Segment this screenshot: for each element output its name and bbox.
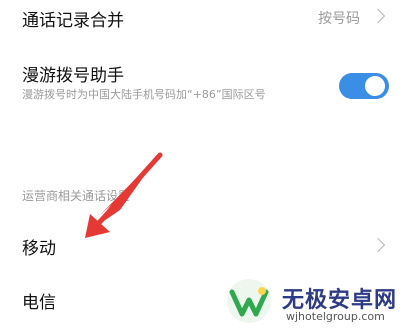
carrier-telecom-title: 电信 [22,293,56,313]
carrier-mobile-row[interactable]: 移动 [0,222,413,266]
carrier-call-settings-label: 运营商相关通话设置 [22,189,131,203]
roaming-dial-assistant-title: 漫游拨号助手 [22,66,124,86]
watermark-logo-icon [227,279,271,323]
roaming-toggle[interactable] [339,73,389,99]
chevron-right-icon [370,8,386,24]
toggle-knob [363,74,387,98]
carrier-mobile-title: 移动 [22,239,56,259]
chevron-right-icon [370,237,386,253]
call-log-merge-title: 通话记录合并 [22,11,124,31]
call-log-merge-row[interactable]: 通话记录合并 按号码 [0,0,413,34]
roaming-dial-assistant-subtitle: 漫游拨号时为中国大陆手机号码加“+86”国际区号 [22,88,266,101]
watermark-url: wjhotelgroup.com [286,310,385,323]
call-log-merge-value: 按号码 [318,11,360,27]
